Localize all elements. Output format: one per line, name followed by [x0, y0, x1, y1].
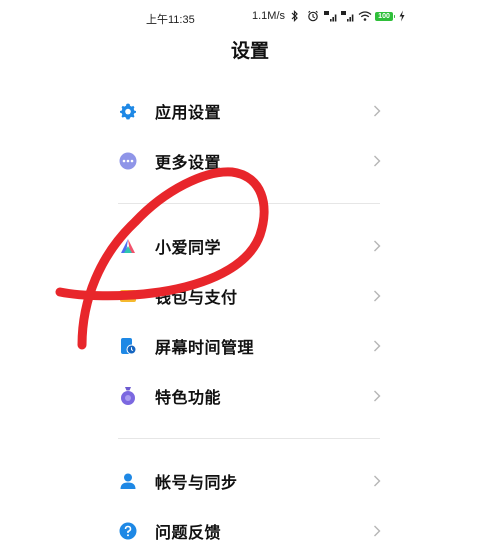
signal-hd-icon-2 — [341, 10, 354, 22]
chevron-right-icon — [372, 474, 382, 488]
settings-item-xiaoai[interactable]: 小爱同学 — [0, 221, 500, 271]
wifi-icon — [358, 10, 372, 22]
settings-item-label: 帐号与同步 — [155, 473, 238, 492]
battery-icon: 100 — [375, 11, 396, 21]
settings-item-feedback[interactable]: 问题反馈 — [0, 506, 500, 556]
wallet-icon — [118, 286, 138, 306]
chevron-right-icon — [372, 339, 382, 353]
chevron-right-icon — [372, 524, 382, 538]
settings-item-screen-time[interactable]: 屏幕时间管理 — [0, 321, 500, 371]
settings-item-label: 钱包与支付 — [155, 288, 238, 307]
features-icon — [118, 386, 138, 406]
settings-item-more-settings[interactable]: 更多设置 — [0, 136, 500, 186]
bluetooth-icon — [290, 10, 302, 22]
settings-item-account-sync[interactable]: 帐号与同步 — [0, 456, 500, 506]
status-bar: 上午11:35 1.1M/s 100 — [0, 8, 500, 28]
feedback-icon — [118, 521, 138, 541]
page-title: 设置 — [230, 40, 269, 62]
chevron-right-icon — [372, 389, 382, 403]
gear-icon — [118, 101, 138, 121]
settings-item-label: 特色功能 — [155, 388, 222, 407]
settings-item-label: 屏幕时间管理 — [155, 338, 255, 357]
divider — [118, 438, 380, 439]
status-time: 上午11:35 — [146, 14, 195, 26]
settings-item-features[interactable]: 特色功能 — [0, 371, 500, 421]
settings-group-2: 小爱同学 钱包与支付 屏幕时间管理 特色功能 — [0, 221, 500, 421]
network-speed: 1.1M/s — [252, 10, 286, 22]
settings-group-3: 帐号与同步 问题反馈 — [0, 456, 500, 556]
divider — [118, 203, 380, 204]
settings-item-label: 更多设置 — [155, 153, 222, 172]
account-icon — [118, 471, 138, 491]
settings-item-label: 问题反馈 — [155, 523, 222, 542]
settings-item-label: 小爱同学 — [155, 238, 222, 257]
settings-list: 应用设置 更多设置 小爱同学 钱包与支付 屏幕时间管理 特色功能 帐号与同步 问… — [0, 86, 500, 556]
status-indicators: 1.1M/s 100 — [252, 10, 410, 22]
chevron-right-icon — [372, 104, 382, 118]
settings-group-1: 应用设置 更多设置 — [0, 86, 500, 186]
settings-item-label: 应用设置 — [155, 103, 222, 122]
chevron-right-icon — [372, 239, 382, 253]
charging-icon — [398, 10, 410, 22]
chevron-right-icon — [372, 289, 382, 303]
xiaoai-icon — [118, 236, 138, 256]
settings-item-wallet[interactable]: 钱包与支付 — [0, 271, 500, 321]
more-icon — [118, 151, 138, 171]
alarm-icon — [307, 10, 319, 22]
chevron-right-icon — [372, 154, 382, 168]
settings-item-app-settings[interactable]: 应用设置 — [0, 86, 500, 136]
screen-time-icon — [118, 336, 138, 356]
signal-hd-icon — [324, 10, 337, 22]
